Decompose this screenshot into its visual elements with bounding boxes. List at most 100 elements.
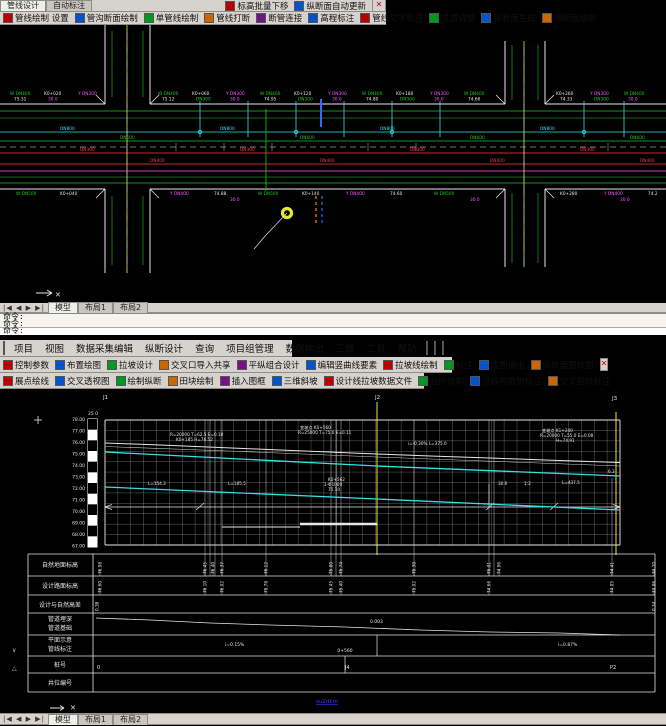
layout-nav-arrows[interactable]: |◀ ◀ ▶ ▶|: [0, 304, 48, 312]
toolbar-button-icon: [204, 13, 214, 23]
toolbar-button-icon: [237, 360, 247, 370]
toolbar-button[interactable]: 三维斜坡: [269, 374, 321, 387]
svg-text:J1: J1: [102, 395, 108, 401]
svg-text:0.003: 0.003: [370, 619, 383, 625]
profile-toolbar2-buttons: 展点绘线交叉透视图绘制纵断田块绘制 插入图框三维斜坡设计线拉坡数据文件台阶绘制沿线…: [0, 374, 614, 387]
help-tool-icon[interactable]: [442, 341, 444, 355]
toolbar-button[interactable]: 标注: [441, 358, 476, 371]
toolbar-button[interactable]: 平纵组合设计: [234, 358, 303, 371]
plan-canvas-area[interactable]: W DN400K0+020Y DN300W DN400K0+060Y DN300…: [0, 25, 666, 303]
menu-item[interactable]: 查询: [189, 341, 220, 355]
toolbar-button-label: 控制参数: [15, 359, 49, 371]
svg-text:W DN400: W DN400: [10, 91, 31, 97]
toolbar-button[interactable]: 高程标注: [305, 12, 357, 25]
window-tab[interactable]: 布局2: [113, 302, 148, 313]
close-profile-toolbar-button[interactable]: ✕: [600, 358, 609, 371]
svg-text:74.20: 74.20: [652, 562, 657, 574]
svg-text:✕: ✕: [55, 291, 61, 299]
svg-text:DN600: DN600: [120, 135, 135, 141]
toolbar-button[interactable]: 展点绘线: [0, 374, 52, 387]
toolbar-button[interactable]: 管沟断面绘制: [72, 12, 141, 25]
toolbar-button-label: 插入图框: [232, 375, 266, 387]
plot-icon[interactable]: [434, 341, 436, 355]
toolbar-button[interactable]: 纵断面生成: [478, 12, 539, 25]
window-tab[interactable]: 布局1: [78, 714, 113, 725]
toolbar-button[interactable]: 管线文字标注: [357, 12, 426, 25]
toolbar-button[interactable]: 交叉口导入共享: [156, 358, 234, 371]
svg-text:74.88: 74.88: [214, 191, 227, 197]
svg-text:W DN500: W DN500: [434, 191, 455, 197]
toolbar-button[interactable]: 拉坡设计: [104, 358, 156, 371]
toolbar-button[interactable]: 沿线构造物标注: [467, 374, 545, 387]
toolbar-button-icon: [470, 376, 480, 386]
svg-text:76.45: 76.45: [203, 562, 208, 574]
toolbar-button[interactable]: 断管连接: [253, 12, 305, 25]
menu-item[interactable]: 工具: [361, 341, 392, 355]
svg-text:R=25000 T=75.0 E=0.11: R=25000 T=75.0 E=0.11: [298, 430, 352, 435]
toolbar-button-icon: [144, 13, 154, 23]
svg-text:0.38: 0.38: [95, 601, 100, 611]
svg-text:77.00: 77.00: [72, 429, 85, 435]
menu-item[interactable]: 项目组管理: [220, 341, 280, 355]
toolbar-button[interactable]: 编辑竖曲线要素: [303, 358, 381, 371]
window-tab[interactable]: 布局1: [78, 302, 113, 313]
toolbar-button[interactable]: 拉坡线绘制: [380, 358, 441, 371]
close-toolbar-button[interactable]: ✕: [372, 0, 386, 12]
toolbar-button-label: 高程标注: [320, 12, 354, 24]
toolbar-button[interactable]: 田块绘制: [165, 374, 217, 387]
toolbar-button-icon: [3, 360, 13, 370]
window-tab[interactable]: 模型: [48, 302, 78, 313]
window-tab[interactable]: 模型: [48, 714, 78, 725]
toolbar-button[interactable]: 插入图框: [217, 374, 269, 387]
layer-manager-icon[interactable]: [426, 341, 428, 355]
svg-text:K0+185 H=76.52: K0+185 H=76.52: [176, 437, 213, 442]
toolbar-button[interactable]: 纵断面图绘图: [528, 358, 597, 371]
toolbar-button[interactable]: 横断面绘制: [539, 12, 600, 25]
svg-text:30.6: 30.6: [498, 481, 508, 486]
svg-text:25 0: 25 0: [88, 411, 98, 417]
toolbar-button[interactable]: 成图输出: [476, 358, 528, 371]
toolbar-button-icon: [479, 360, 489, 370]
toolbar-button[interactable]: 管线打断: [201, 12, 253, 25]
menu-item[interactable]: 数据输出: [280, 341, 330, 355]
svg-text:W DN400: W DN400: [624, 91, 645, 97]
svg-text:DN400: DN400: [640, 158, 655, 164]
svg-text:DN300: DN300: [580, 147, 595, 153]
menu-item[interactable]: 项目: [8, 341, 39, 355]
toolbar-button[interactable]: 标高批量下移: [222, 0, 291, 12]
svg-text:76.12: 76.12: [264, 562, 269, 574]
toolbar-button[interactable]: 绘制纵断: [113, 374, 165, 387]
toolbar-button[interactable]: 交叉透视图: [52, 374, 113, 387]
menu-item[interactable]: 三维: [330, 341, 361, 355]
window-tab[interactable]: 布局2: [113, 714, 148, 725]
menu-item[interactable]: 视图: [39, 341, 70, 355]
toolbar-button[interactable]: 布置绘图: [52, 358, 104, 371]
toolbar-button[interactable]: 设计线拉坡数据文件: [321, 374, 416, 387]
svg-text:67.00: 67.00: [72, 544, 85, 550]
menu-item[interactable]: 纵断设计: [139, 341, 189, 355]
svg-text:K0+040: K0+040: [60, 191, 78, 197]
toolbar-button[interactable]: 交叉管线标注: [545, 374, 614, 387]
toolbar-button[interactable]: 单管线绘制: [141, 12, 202, 25]
toolbar-button[interactable]: 台阶绘制: [415, 374, 467, 387]
svg-text:i=-0.30% L=375.0: i=-0.30% L=375.0: [408, 441, 447, 446]
svg-text:DN400: DN400: [490, 158, 505, 164]
profile-toolbar-row-1: 控制参数布置绘图拉坡设计交叉口导入共享平纵组合设计编辑竖曲线要素拉坡线绘制标注成…: [0, 357, 452, 373]
window-tab[interactable]: 管线设计: [0, 0, 46, 11]
layout-nav-arrows[interactable]: |◀ ◀ ▶ ▶|: [0, 715, 48, 723]
window-tab[interactable]: 自动标注: [46, 0, 92, 11]
svg-text:75.01: 75.01: [487, 562, 492, 574]
svg-text:K0+280: K0+280: [560, 191, 578, 197]
toolbar-button[interactable]: 位置调整: [426, 12, 478, 25]
toolbar-button-label: 单管线绘制: [156, 12, 199, 24]
menu-item[interactable]: 帮助: [392, 341, 423, 355]
svg-text:30.0: 30.0: [230, 197, 240, 203]
toolbar-button[interactable]: 控制参数: [0, 358, 52, 371]
svg-text:0: 0: [97, 665, 100, 671]
command-input[interactable]: 命令:: [0, 327, 666, 335]
toolbar-button-label: 拉坡设计: [119, 359, 153, 371]
toolbar-button[interactable]: 纵断面自动更新: [291, 0, 369, 12]
menu-item[interactable]: 数据采集编辑: [70, 341, 139, 355]
profile-canvas-area[interactable]: 78.0077.0076.0075.0074.0073.0072.0071.00…: [0, 389, 666, 713]
toolbar-button[interactable]: 管线绘制 设置: [0, 12, 72, 25]
